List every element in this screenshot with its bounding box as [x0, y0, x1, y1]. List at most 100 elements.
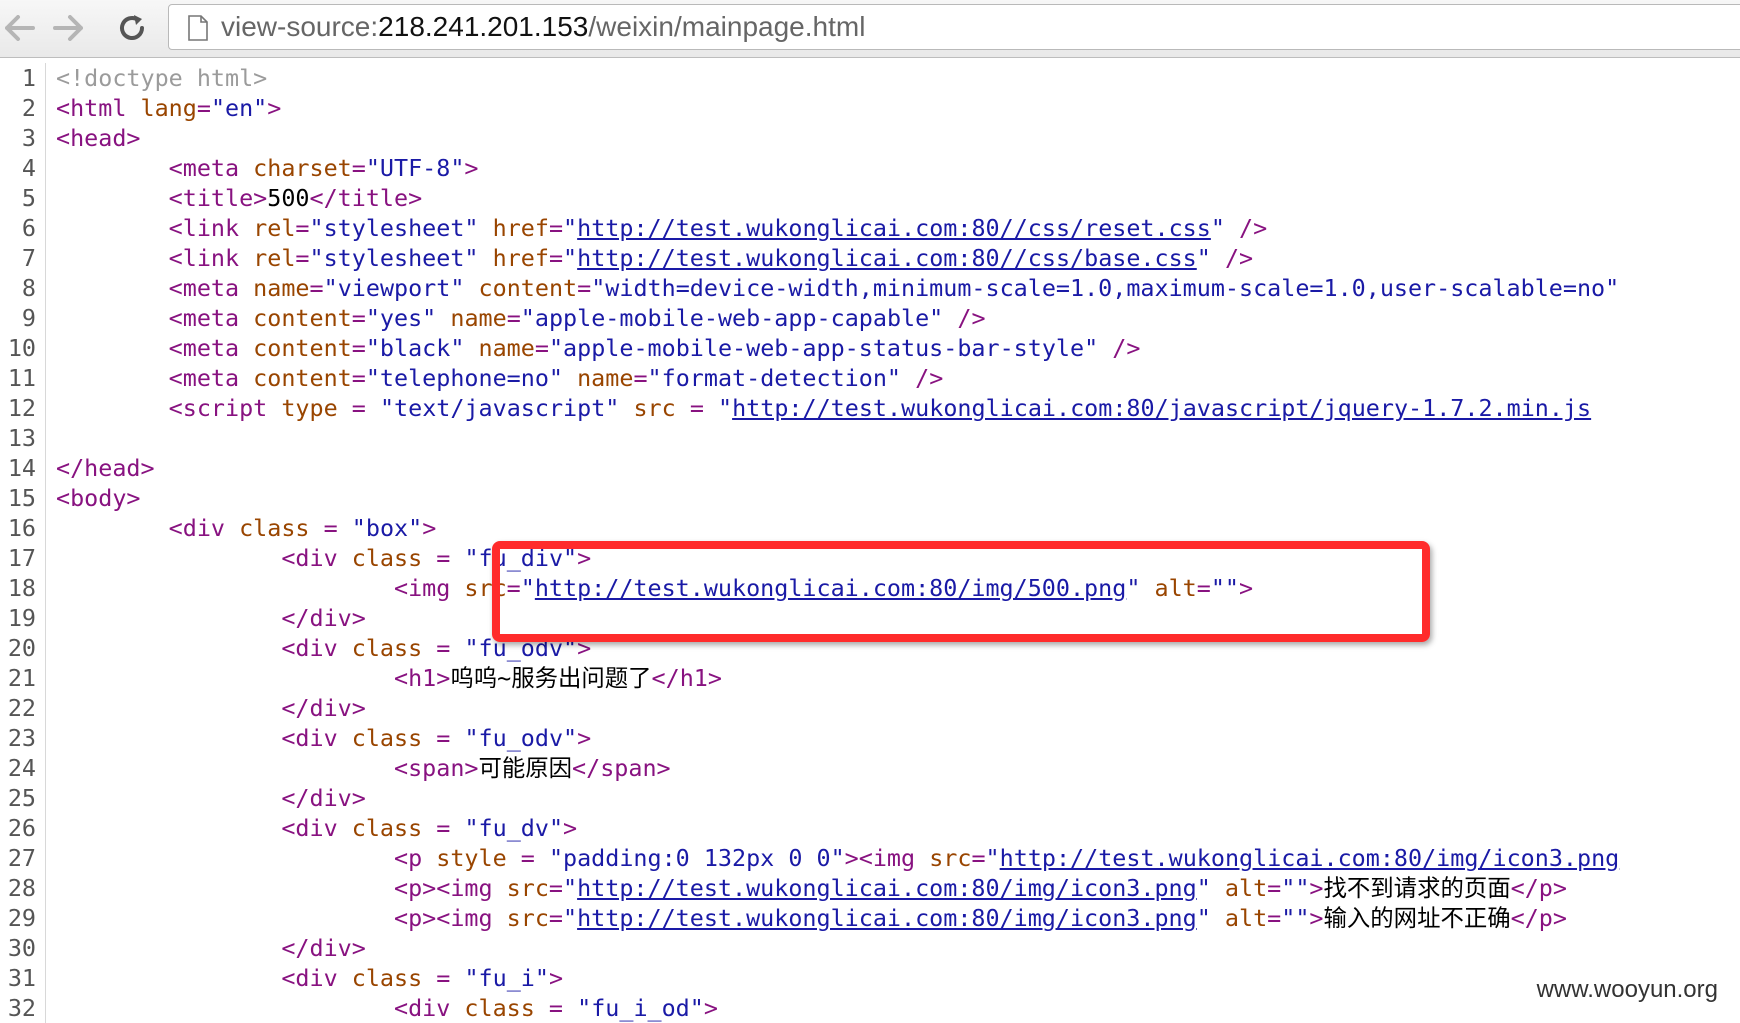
- code-token: <div: [281, 634, 352, 662]
- code-token: <span>: [393, 754, 479, 782]
- source-line: 20 <div class = "fu_odv">: [0, 633, 1740, 663]
- line-number: 5: [21, 184, 36, 212]
- code-token: <head>: [56, 124, 141, 152]
- source-link[interactable]: http://test.wukonglicai.com:80/img/icon3…: [577, 904, 1197, 932]
- line-code: <script type = "text/javascript" src = "…: [56, 393, 1591, 423]
- source-line: 12 <script type = "text/javascript" src …: [0, 393, 1740, 423]
- code-token: <meta: [168, 154, 254, 182]
- line-number: 16: [7, 514, 36, 542]
- code-token: <body>: [56, 484, 141, 512]
- source-line: 14 </head>: [0, 453, 1740, 483]
- line-number: 7: [21, 244, 36, 272]
- code-token: =: [1267, 904, 1282, 932]
- source-link[interactable]: http://test.wukonglicai.com:80/javascrip…: [732, 394, 1591, 422]
- code-token: rel: [253, 244, 296, 272]
- code-token: <img: [858, 844, 930, 872]
- code-token: =: [548, 904, 563, 932]
- line-code: <!doctype html>: [56, 63, 267, 93]
- code-token: =: [506, 304, 521, 332]
- line-number: 6: [21, 214, 36, 242]
- code-token: class: [464, 994, 535, 1022]
- code-token: "black": [365, 334, 465, 362]
- code-token: ": [520, 574, 535, 602]
- code-token: "stylesheet": [309, 214, 479, 242]
- url-text[interactable]: view-source:218.241.201.153/weixin/mainp…: [221, 5, 865, 49]
- code-token: "fu_dv": [464, 814, 564, 842]
- code-token: ": [1196, 904, 1211, 932]
- source-link[interactable]: http://test.wukonglicai.com:80//css/base…: [577, 244, 1197, 272]
- source-link[interactable]: http://test.wukonglicai.com:80//css/rese…: [577, 214, 1211, 242]
- code-token: =: [309, 274, 324, 302]
- code-token: alt: [1224, 874, 1268, 902]
- code-token: name: [253, 274, 310, 302]
- code-token: ": [563, 904, 578, 932]
- code-token: </span>: [572, 754, 671, 782]
- source-line: 28 <p><img src="http://test.wukonglicai.…: [0, 873, 1740, 903]
- code-token: >: [703, 994, 718, 1022]
- code-token: <div: [281, 814, 352, 842]
- source-line: 30 </div>: [0, 933, 1740, 963]
- source-line: 18 <img src="http://test.wukonglicai.com…: [0, 573, 1740, 603]
- source-line: 27 <p style = "padding:0 132px 0 0"><img…: [0, 843, 1740, 873]
- code-token: <h1>: [393, 664, 451, 692]
- code-token: <div: [281, 544, 352, 572]
- code-token: "yes": [365, 304, 437, 332]
- url-host: 218.241.201.153: [378, 11, 589, 42]
- reload-button[interactable]: [112, 8, 152, 48]
- source-line: 22 </div>: [0, 693, 1740, 723]
- line-code: <span>可能原因</span>: [56, 753, 671, 783]
- line-code: </div>: [56, 933, 366, 963]
- source-link[interactable]: http://test.wukonglicai.com:80/img/500.p…: [535, 574, 1126, 602]
- code-token: <img: [393, 574, 465, 602]
- code-token: "UTF-8": [365, 154, 465, 182]
- source-link[interactable]: http://test.wukonglicai.com:80/img/icon3…: [1000, 844, 1620, 872]
- code-token: 找不到请求的页面: [1323, 874, 1511, 902]
- source-line: 25 </div>: [0, 783, 1740, 813]
- line-number: 29: [7, 904, 36, 932]
- code-token: alt: [1154, 574, 1197, 602]
- code-token: =: [436, 634, 451, 662]
- source-link[interactable]: http://test.wukonglicai.com:80/img/icon3…: [577, 874, 1197, 902]
- source-line: 21 <h1>呜呜~服务出问题了</h1>: [0, 663, 1740, 693]
- forward-button[interactable]: [48, 8, 88, 48]
- code-token: "padding:0 132px 0 0": [548, 844, 845, 872]
- line-code: <div class = "fu_i">: [56, 963, 563, 993]
- address-bar[interactable]: view-source:218.241.201.153/weixin/mainp…: [168, 4, 1740, 50]
- line-number: 2: [21, 94, 36, 122]
- line-code: <div class = "fu_div">: [56, 543, 591, 573]
- code-token: rel: [253, 214, 296, 242]
- line-code: <div class = "fu_odv">: [56, 633, 591, 663]
- url-path: /weixin/mainpage.html: [588, 11, 866, 42]
- code-token: />: [1239, 214, 1268, 242]
- code-token: </div>: [281, 694, 366, 722]
- code-token: =: [436, 724, 451, 752]
- code-token: class: [351, 814, 423, 842]
- code-token: src: [929, 844, 972, 872]
- line-number: 28: [7, 874, 36, 902]
- code-token: </div>: [281, 784, 366, 812]
- code-token: >: [422, 514, 437, 542]
- code-token: 呜呜~服务出问题了: [450, 664, 652, 692]
- line-number: 20: [7, 634, 36, 662]
- line-code: <head>: [56, 123, 141, 153]
- line-number: 32: [7, 994, 36, 1022]
- code-token: =: [1267, 874, 1282, 902]
- back-button[interactable]: [0, 8, 40, 48]
